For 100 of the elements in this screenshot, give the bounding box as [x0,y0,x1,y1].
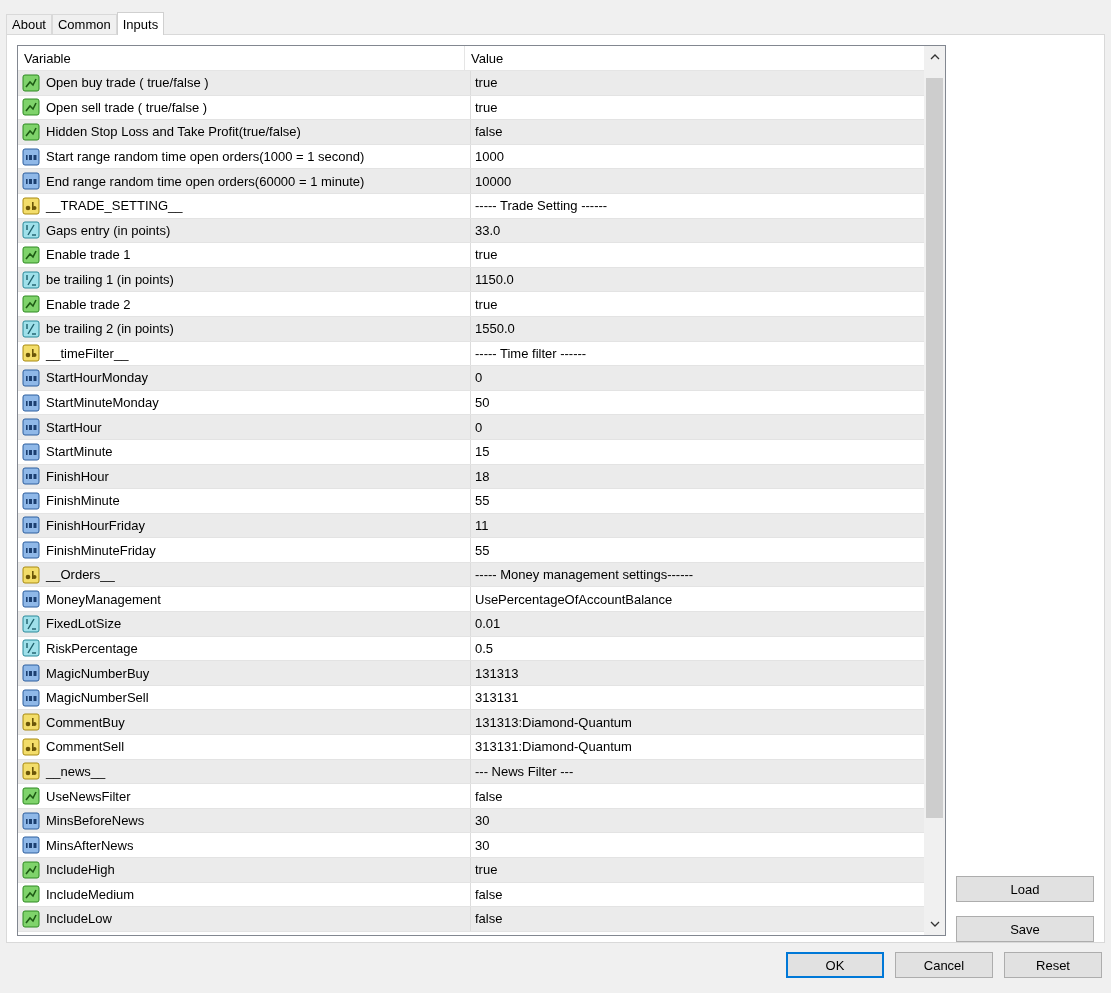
int-type-icon [22,467,40,486]
variable-name: Enable trade 2 [46,296,131,312]
variable-name: FinishMinuteFriday [46,542,156,558]
int-type-icon [22,688,40,707]
string-type-icon [22,762,40,781]
int-type-icon [22,393,40,412]
variable-name: MagicNumberSell [46,690,149,706]
variable-name: IncludeLow [46,911,112,927]
bool-type-icon [22,73,40,92]
tab[interactable]: Common [52,14,117,34]
variable-value[interactable]: 55 [475,542,490,558]
variable-name: MinsBeforeNews [46,813,145,829]
variable-value[interactable]: 11 [475,518,489,533]
variable-value[interactable]: 30 [475,813,490,829]
tab[interactable]: Inputs [116,12,165,35]
variable-name: Start range random time open orders(1000 = 1 second) [46,149,365,165]
variable-value[interactable]: 0 [475,370,483,386]
variable-value[interactable]: 313131:Diamond-Quantum [475,739,632,755]
variable-value[interactable]: 0.01 [475,616,501,632]
bool-type-icon [22,910,40,928]
variable-value[interactable]: 131313:Diamond-Quantum [475,714,632,730]
variable-value[interactable]: 1150.0 [475,272,514,288]
scrollbar[interactable] [924,46,945,935]
variable-name: Hidden Stop Loss and Take Profit(true/false) [46,124,301,140]
variable-value[interactable]: 15 [475,444,490,460]
int-type-icon [22,541,40,560]
int-type-icon [22,491,40,510]
variable-value[interactable]: ----- Trade Setting ------ [475,198,608,214]
variable-name: __TRADE_SETTING__ [46,198,183,214]
int-type-icon [22,836,40,855]
variable-value[interactable]: 0 [475,419,483,435]
variable-value[interactable]: ----- Money management settings------ [475,567,694,583]
string-type-icon [22,737,40,756]
double-type-icon [22,639,40,658]
int-type-icon [22,368,40,387]
variable-value[interactable]: 10000 [475,173,512,189]
variable-value[interactable]: 0.5 [475,640,494,656]
variable-value[interactable]: ----- Time filter ------ [475,345,587,361]
double-type-icon [22,270,40,289]
dialog-button[interactable]: OK [786,952,884,978]
tab[interactable]: About [6,14,52,34]
variable-value[interactable]: 1550.0 [475,321,515,337]
int-type-icon [22,811,40,830]
variable-name: UseNewsFilter [46,788,131,804]
variable-name: __timeFilter__ [46,345,129,361]
variable-name: FixedLotSize [46,616,122,632]
variable-name: StartMinuteMonday [46,395,159,410]
save-button[interactable]: Save [956,916,1094,942]
variable-value[interactable]: 33.0 [475,222,501,238]
variable-name: __Orders__ [46,567,115,583]
variable-value[interactable]: 131313 [475,665,519,681]
variable-value[interactable]: true [475,99,498,115]
variable-name: FinishHour [46,468,109,484]
scroll-up-icon[interactable] [929,54,940,60]
variable-name: FinishMinute [46,493,120,509]
double-type-icon [22,221,40,240]
variable-name: MoneyManagement [46,591,161,607]
string-type-icon [22,565,40,584]
column-header[interactable]: Value [465,46,924,70]
variable-value[interactable]: false [475,886,503,902]
variable-name: StartHourMonday [46,370,148,386]
variable-name: StartHour [46,419,102,435]
int-type-icon [22,664,40,683]
load-button[interactable]: Load [956,876,1094,902]
bool-type-icon [22,787,40,805]
dialog-button[interactable]: Cancel [895,952,993,978]
variable-value[interactable]: true [475,75,498,91]
scroll-thumb[interactable] [926,78,943,818]
int-type-icon [22,172,40,191]
bool-type-icon [22,123,40,141]
string-type-icon [22,713,40,732]
variable-value[interactable]: false [475,911,503,927]
string-type-icon [22,196,40,215]
variable-name: IncludeHigh [46,862,115,878]
variable-name: __news__ [46,763,106,779]
variable-value[interactable]: 1000 [475,149,504,165]
variable-value[interactable]: 18 [475,468,490,484]
bool-type-icon [22,860,40,879]
scroll-down-icon[interactable] [929,921,940,927]
double-type-icon [22,614,40,633]
variable-name: Open buy trade ( true/false ) [46,75,209,91]
variable-name: MinsAfterNews [46,837,134,853]
variable-value[interactable]: 313131 [475,690,519,706]
variable-value[interactable]: true [475,247,498,263]
variable-value[interactable]: 50 [475,395,490,410]
variable-value[interactable]: UsePercentageOfAccountBalance [475,591,673,607]
variable-name: FinishHourFriday [46,518,145,533]
variable-value[interactable]: true [475,862,498,878]
variable-value[interactable]: false [475,788,503,804]
column-header[interactable]: Variable [18,46,465,70]
variable-value[interactable]: 55 [475,493,490,509]
variable-name: StartMinute [46,444,113,460]
bool-type-icon [22,245,40,264]
variable-value[interactable]: 30 [475,837,490,853]
variable-value[interactable]: --- News Filter --- [475,763,574,779]
dialog-button[interactable]: Reset [1004,952,1102,978]
variable-value[interactable]: false [475,124,503,140]
int-type-icon [22,516,40,535]
variable-value[interactable]: true [475,296,498,312]
string-type-icon [22,344,40,363]
